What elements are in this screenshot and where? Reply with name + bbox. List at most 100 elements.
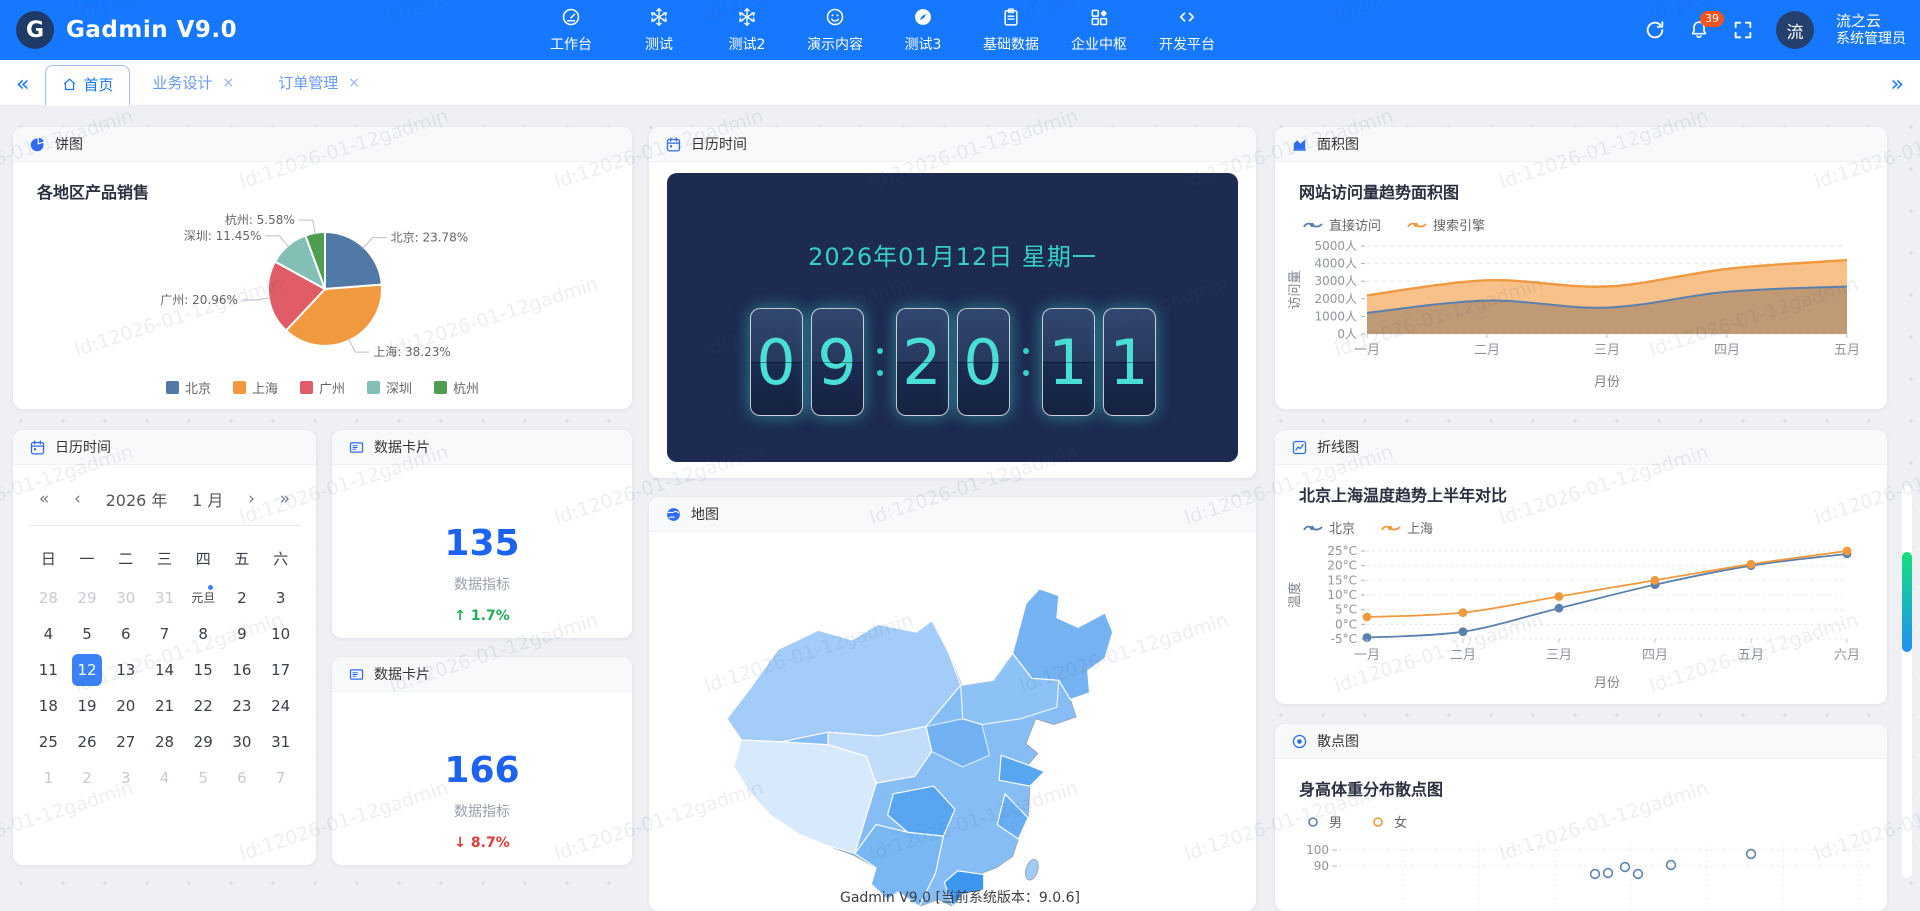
calendar-cell[interactable]: 12 bbox=[72, 654, 103, 686]
app-root: G Gadmin V9.0 工作台 测试 测试2演示内容测试3 基础数据企业中枢开发平… bbox=[0, 0, 1920, 911]
legend-item[interactable]: 女 bbox=[1368, 812, 1407, 831]
pie-chart-icon bbox=[29, 136, 46, 153]
tab-business-design[interactable]: 业务设计 × bbox=[130, 72, 256, 105]
calendar-cell[interactable]: 7 bbox=[149, 618, 180, 650]
panel-header: 地图 bbox=[649, 497, 1256, 532]
logo-icon: G bbox=[16, 11, 54, 49]
svg-text:月份: 月份 bbox=[1594, 676, 1620, 691]
prev-month-icon[interactable]: ‹ bbox=[74, 489, 81, 509]
calendar-cell[interactable]: 8 bbox=[188, 618, 219, 650]
calendar-cell[interactable]: 18 bbox=[33, 690, 64, 722]
calendar-cell[interactable]: 20 bbox=[110, 690, 141, 722]
calendar-cell[interactable]: 29 bbox=[72, 582, 103, 614]
calendar-cell[interactable]: 5 bbox=[72, 618, 103, 650]
clock-date: 2026年01月12日 星期一 bbox=[667, 237, 1238, 272]
menu-item-label: 测试 bbox=[645, 34, 673, 54]
calendar-cell[interactable]: 15 bbox=[188, 654, 219, 686]
tab-home[interactable]: 首页 bbox=[45, 65, 130, 106]
close-icon[interactable]: × bbox=[223, 75, 235, 91]
menu-item-label: 基础数据 bbox=[983, 34, 1039, 54]
calendar-cell[interactable]: 23 bbox=[227, 690, 258, 722]
calendar-cell[interactable]: 24 bbox=[265, 690, 296, 722]
calendar-panel: 日历时间 « ‹ 2026 年 1 月 › » 日一二三四五六28293031元… bbox=[13, 430, 316, 865]
calendar-cell[interactable]: 16 bbox=[227, 654, 258, 686]
legend-item[interactable]: 上海 bbox=[233, 378, 278, 397]
line-legend: 北京 上海 bbox=[1275, 506, 1887, 537]
calendar-cell[interactable]: 3 bbox=[110, 762, 141, 794]
panel-header: 饼图 bbox=[13, 127, 632, 162]
menu-item-2[interactable]: 测试2 bbox=[706, 2, 788, 58]
tabs-expand-icon[interactable]: » bbox=[1875, 72, 1920, 105]
prev-year-icon[interactable]: « bbox=[39, 489, 49, 509]
calendar-cell[interactable]: 5 bbox=[188, 762, 219, 794]
logo[interactable]: G Gadmin V9.0 bbox=[0, 11, 420, 49]
menu-item-6[interactable]: 企业中枢 bbox=[1058, 2, 1140, 58]
scrollbar-thumb[interactable] bbox=[1902, 552, 1912, 652]
menu-item-0[interactable]: 工作台 bbox=[530, 2, 612, 58]
calendar-cell[interactable]: 13 bbox=[110, 654, 141, 686]
calendar-cell[interactable]: 27 bbox=[110, 726, 141, 758]
panel-header: 日历时间 bbox=[649, 127, 1256, 162]
legend-item[interactable]: 杭州 bbox=[434, 378, 479, 397]
calendar-cell[interactable]: 元旦 bbox=[188, 582, 219, 614]
tab-order-management[interactable]: 订单管理 × bbox=[256, 72, 382, 105]
notification-bell-icon[interactable]: 39 bbox=[1688, 19, 1710, 41]
next-year-icon[interactable]: » bbox=[280, 489, 290, 509]
legend-item[interactable]: 北京 bbox=[166, 378, 211, 397]
calendar-cell[interactable]: 6 bbox=[110, 618, 141, 650]
calendar-cell[interactable]: 31 bbox=[149, 582, 180, 614]
flip-clock: 2026年01月12日 星期一 092011 bbox=[667, 173, 1238, 462]
calendar-cell[interactable]: 3 bbox=[265, 582, 296, 614]
menu-item-7[interactable]: 开发平台 bbox=[1146, 2, 1228, 58]
weekday-label: 四 bbox=[184, 540, 223, 579]
calendar-cell[interactable]: 17 bbox=[265, 654, 296, 686]
calendar-cell[interactable]: 14 bbox=[149, 654, 180, 686]
calendar-cell[interactable]: 31 bbox=[265, 726, 296, 758]
legend-item[interactable]: 广州 bbox=[300, 378, 345, 397]
calendar-cell[interactable]: 6 bbox=[227, 762, 258, 794]
svg-text:四月: 四月 bbox=[1642, 648, 1668, 663]
legend-item[interactable]: 搜索引擎 bbox=[1407, 215, 1485, 234]
china-map[interactable] bbox=[670, 536, 1236, 911]
metric-value: 166 bbox=[332, 750, 632, 791]
calendar-cell[interactable]: 26 bbox=[72, 726, 103, 758]
calendar-cell[interactable]: 29 bbox=[188, 726, 219, 758]
next-month-icon[interactable]: › bbox=[248, 489, 255, 509]
calendar-cell[interactable]: 11 bbox=[33, 654, 64, 686]
calendar-month[interactable]: 1 月 bbox=[192, 487, 223, 511]
calendar-cell[interactable]: 25 bbox=[33, 726, 64, 758]
menu-item-label: 工作台 bbox=[550, 34, 592, 54]
menu-item-1[interactable]: 测试 bbox=[618, 2, 700, 58]
legend-item[interactable]: 北京 bbox=[1303, 518, 1355, 537]
calendar-cell[interactable]: 4 bbox=[149, 762, 180, 794]
fullscreen-icon[interactable] bbox=[1732, 19, 1754, 41]
tabs-collapse-icon[interactable]: « bbox=[0, 72, 45, 105]
calendar-year[interactable]: 2026 年 bbox=[106, 487, 168, 511]
calendar-cell[interactable]: 7 bbox=[265, 762, 296, 794]
calendar-cell[interactable]: 4 bbox=[33, 618, 64, 650]
menu-item-5[interactable]: 基础数据 bbox=[970, 2, 1052, 58]
calendar-cell[interactable]: 2 bbox=[72, 762, 103, 794]
calendar-cell[interactable]: 30 bbox=[227, 726, 258, 758]
close-icon[interactable]: × bbox=[348, 75, 360, 91]
calendar-cell[interactable]: 21 bbox=[149, 690, 180, 722]
calendar-cell[interactable]: 22 bbox=[188, 690, 219, 722]
user-info[interactable]: 流之云 系统管理员 bbox=[1836, 12, 1906, 48]
legend-item[interactable]: 男 bbox=[1303, 812, 1342, 831]
calendar-cell[interactable]: 10 bbox=[265, 618, 296, 650]
legend-item[interactable]: 深圳 bbox=[367, 378, 412, 397]
home-icon bbox=[62, 77, 77, 92]
calendar-cell[interactable]: 19 bbox=[72, 690, 103, 722]
calendar-cell[interactable]: 9 bbox=[227, 618, 258, 650]
calendar-cell[interactable]: 2 bbox=[227, 582, 258, 614]
menu-item-4[interactable]: 测试3 bbox=[882, 2, 964, 58]
calendar-cell[interactable]: 1 bbox=[33, 762, 64, 794]
calendar-cell[interactable]: 28 bbox=[33, 582, 64, 614]
calendar-cell[interactable]: 30 bbox=[110, 582, 141, 614]
menu-item-3[interactable]: 演示内容 bbox=[794, 2, 876, 58]
calendar-cell[interactable]: 28 bbox=[149, 726, 180, 758]
user-avatar[interactable]: 流 bbox=[1776, 11, 1814, 49]
legend-item[interactable]: 直接访问 bbox=[1303, 215, 1381, 234]
refresh-icon[interactable] bbox=[1644, 19, 1666, 41]
legend-item[interactable]: 上海 bbox=[1381, 518, 1433, 537]
